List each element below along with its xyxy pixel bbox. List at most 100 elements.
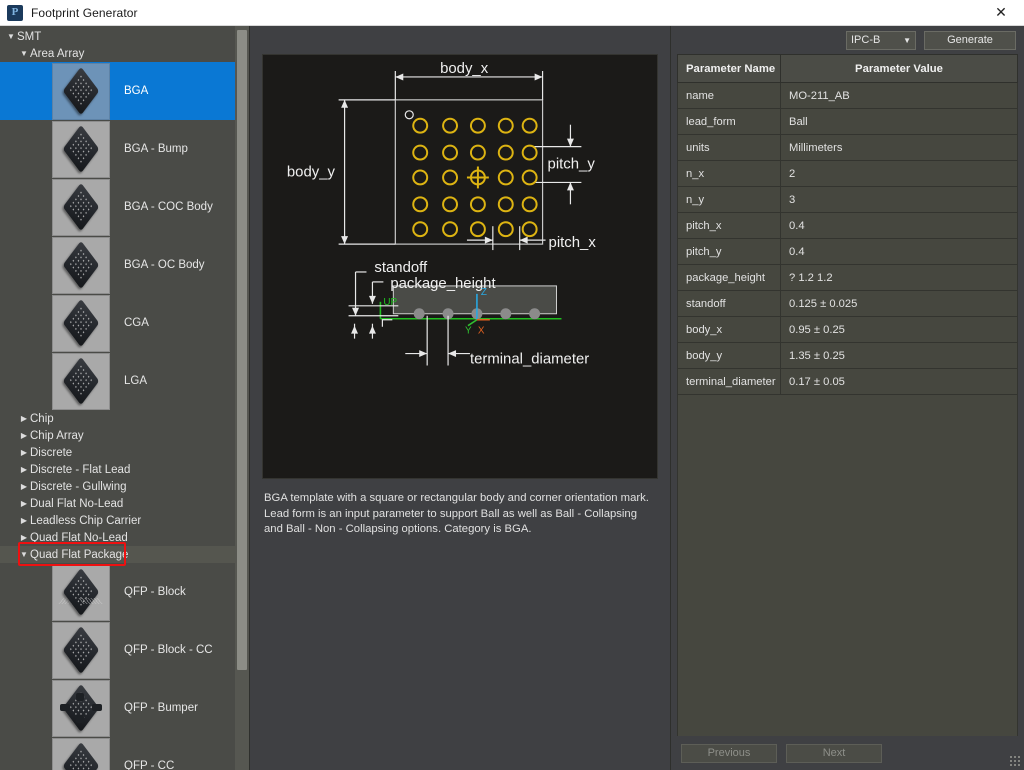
- sidebar-scrollbar-thumb[interactable]: [237, 30, 247, 670]
- table-row[interactable]: standoff 0.125 ± 0.025: [677, 290, 1018, 317]
- tree-node-label: Dual Flat No-Lead: [30, 497, 124, 510]
- table-row[interactable]: n_y 3: [677, 186, 1018, 213]
- bga-bump-chip-icon: [60, 124, 102, 174]
- table-row[interactable]: terminal_diameter 0.17 ± 0.05: [677, 368, 1018, 395]
- template-item-label: QFP - Block: [124, 586, 186, 598]
- twisty-icon[interactable]: ▼: [18, 49, 30, 58]
- param-value-cell[interactable]: 0.95 ± 0.25: [780, 316, 1018, 343]
- tree-node-label: Area Array: [30, 47, 85, 60]
- label-body-y: body_y: [287, 163, 336, 180]
- label-body-x: body_x: [440, 60, 489, 77]
- param-value-cell[interactable]: 3: [780, 186, 1018, 213]
- template-item-label: QFP - Bumper: [124, 702, 198, 714]
- template-item-qfp-block[interactable]: QFP - Block: [0, 563, 243, 621]
- tree-node-discrete-flat-lead[interactable]: ▶ Discrete - Flat Lead: [0, 461, 243, 478]
- table-row[interactable]: pitch_x 0.4: [677, 212, 1018, 239]
- parameters-table-body: name MO-211_AB lead_form Ball units Millimete…: [677, 82, 1018, 395]
- param-name-cell: terminal_diameter: [677, 368, 781, 395]
- tree-node-label: SMT: [17, 30, 42, 43]
- twisty-icon[interactable]: ▶: [18, 533, 30, 542]
- param-value-cell[interactable]: 0.17 ± 0.05: [780, 368, 1018, 395]
- previous-button[interactable]: Previous: [681, 743, 777, 763]
- twisty-icon[interactable]: ▶: [18, 465, 30, 474]
- qfp-block-cc-chip-icon: [60, 625, 102, 675]
- table-row[interactable]: lead_form Ball: [677, 108, 1018, 135]
- tree-node-dual-flat-no-lead[interactable]: ▶ Dual Flat No-Lead: [0, 495, 243, 512]
- resize-grip-icon[interactable]: [1009, 755, 1021, 767]
- qfp-bumper-chip-icon: [60, 683, 102, 733]
- bga-dimension-drawing: body_x body_y pitch_y pitch_x standoff p…: [287, 60, 596, 368]
- template-item-cga[interactable]: CGA: [0, 294, 243, 352]
- template-item-qfp-cc[interactable]: QFP - CC: [0, 737, 243, 770]
- tree-node-leadless-chip-carrier[interactable]: ▶ Leadless Chip Carrier: [0, 512, 243, 529]
- tree-node-chip-array[interactable]: ▶ Chip Array: [0, 427, 243, 444]
- param-value-cell[interactable]: Millimeters: [780, 134, 1018, 161]
- template-item-qfp-bumper[interactable]: QFP - Bumper: [0, 679, 243, 737]
- twisty-icon[interactable]: ▼: [5, 32, 17, 41]
- template-thumbnail: [52, 120, 110, 178]
- twisty-icon[interactable]: ▶: [18, 499, 30, 508]
- param-name-cell: n_x: [677, 160, 781, 187]
- template-item-lga[interactable]: LGA: [0, 352, 243, 410]
- tree-node-quad-flat-no-lead[interactable]: ▶ Quad Flat No-Lead: [0, 529, 243, 546]
- tree-node-discrete[interactable]: ▶ Discrete: [0, 444, 243, 461]
- table-row[interactable]: package_height? 1.2 1.2: [677, 264, 1018, 291]
- param-name-cell: pitch_x: [677, 212, 781, 239]
- param-name-cell: name: [677, 82, 781, 109]
- table-row[interactable]: name MO-211_AB: [677, 82, 1018, 109]
- twisty-icon[interactable]: ▶: [18, 482, 30, 491]
- label-standoff: standoff: [374, 259, 428, 276]
- template-item-bga-oc-body[interactable]: BGA - OC Body: [0, 236, 243, 294]
- twisty-icon[interactable]: ▶: [18, 448, 30, 457]
- param-value-cell[interactable]: ? 1.2 1.2: [780, 264, 1018, 291]
- label-terminal-diameter: terminal_diameter: [470, 351, 589, 368]
- tree-node-discrete-gullwing[interactable]: ▶ Discrete - Gullwing: [0, 478, 243, 495]
- param-value-cell[interactable]: MO-211_AB: [780, 82, 1018, 109]
- param-value-cell[interactable]: 0.4: [780, 238, 1018, 265]
- param-value-cell[interactable]: 1.35 ± 0.25: [780, 342, 1018, 369]
- param-name-cell: pitch_y: [677, 238, 781, 265]
- param-value-cell[interactable]: 0.125 ± 0.025: [780, 290, 1018, 317]
- twisty-icon[interactable]: ▶: [18, 414, 30, 423]
- table-row[interactable]: pitch_y 0.4: [677, 238, 1018, 265]
- param-name-cell: n_y: [677, 186, 781, 213]
- label-up: UP: [383, 297, 397, 308]
- sidebar-scrollbar-track[interactable]: [235, 26, 249, 770]
- param-value-cell[interactable]: Ball: [780, 108, 1018, 135]
- tree-node-label: Chip: [30, 412, 54, 425]
- column-header-parameter-name: Parameter Name: [677, 54, 781, 83]
- tree-node-quad-flat-package[interactable]: ▼ Quad Flat Package: [0, 546, 243, 563]
- param-value-cell[interactable]: 0.4: [780, 212, 1018, 239]
- table-row[interactable]: body_x 0.95 ± 0.25: [677, 316, 1018, 343]
- table-row[interactable]: n_x 2: [677, 160, 1018, 187]
- lga-chip-icon: [60, 356, 102, 406]
- template-item-label: LGA: [124, 375, 148, 387]
- tree-node-smt[interactable]: ▼ SMT: [0, 28, 243, 45]
- table-row[interactable]: body_y 1.35 ± 0.25: [677, 342, 1018, 369]
- tree-node-area-array[interactable]: ▼ Area Array: [0, 45, 243, 62]
- tree-node-label: Quad Flat No-Lead: [30, 531, 128, 544]
- twisty-icon[interactable]: ▼: [18, 550, 30, 559]
- table-row[interactable]: units Millimeters: [677, 134, 1018, 161]
- param-value-cell[interactable]: 2: [780, 160, 1018, 187]
- template-item-qfp-block-cc[interactable]: QFP - Block - CC: [0, 621, 243, 679]
- standard-dropdown[interactable]: IPC-B ▼: [846, 30, 916, 50]
- template-item-bga-coc-body[interactable]: BGA - COC Body: [0, 178, 243, 236]
- template-item-bga[interactable]: BGA: [0, 62, 243, 120]
- label-axis-z: Z: [481, 287, 487, 298]
- template-thumbnail: [52, 563, 110, 621]
- tree-node-chip[interactable]: ▶ Chip: [0, 410, 243, 427]
- twisty-icon[interactable]: ▶: [18, 431, 30, 440]
- template-description: BGA template with a square or rectangula…: [264, 492, 649, 535]
- next-button[interactable]: Next: [786, 743, 882, 763]
- generate-button[interactable]: Generate: [924, 30, 1016, 50]
- template-item-label: QFP - Block - CC: [124, 644, 213, 656]
- template-tree-content: ▼ SMT ▼ Area Array BGA BGA - Bump BGA - COC Bo…: [0, 28, 243, 770]
- twisty-icon[interactable]: ▶: [18, 516, 30, 525]
- template-tree: ▼ SMT ▼ Area Array BGA BGA - Bump BGA - COC Bo…: [0, 26, 249, 770]
- template-item-bga-bump[interactable]: BGA - Bump: [0, 120, 243, 178]
- template-thumbnail: [52, 236, 110, 294]
- param-name-cell: units: [677, 134, 781, 161]
- close-icon[interactable]: ✕: [978, 0, 1024, 25]
- qfp-cc-chip-icon: [60, 741, 102, 770]
